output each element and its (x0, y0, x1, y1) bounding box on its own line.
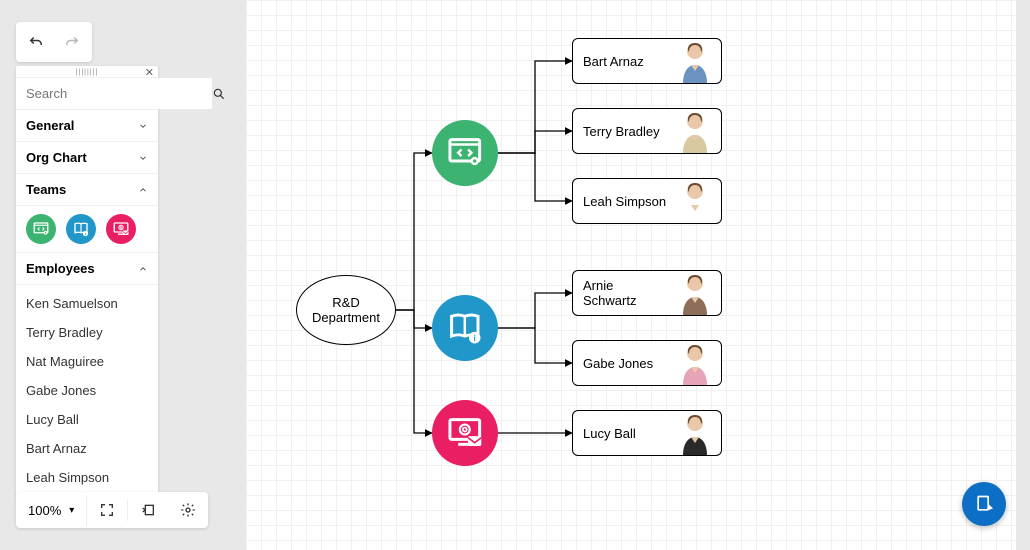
employee-name: Lucy Ball (583, 426, 669, 441)
fullscreen-button[interactable] (87, 492, 127, 528)
zoom-value: 100% (28, 503, 61, 518)
team-node[interactable] (432, 120, 498, 186)
search-input[interactable] (16, 78, 212, 109)
svg-text:i: i (85, 232, 86, 236)
svg-text:i: i (474, 334, 476, 343)
fullscreen-icon (99, 502, 115, 518)
team-node[interactable]: i (432, 295, 498, 361)
avatar-icon (679, 271, 711, 315)
shapes-panel: |||||||| ✕ General Org Chart Teams i Emp… (16, 66, 158, 496)
view-toolbar: 100% ▾ (16, 492, 208, 528)
settings-button[interactable] (168, 492, 208, 528)
employee-node[interactable]: Bart Arnaz (572, 38, 722, 84)
code-gear-icon (32, 220, 50, 238)
avatar-icon (679, 109, 711, 153)
avatar (679, 39, 711, 83)
employee-shape[interactable]: Terry Bradley (16, 318, 158, 347)
root-node[interactable]: R&D Department (296, 275, 396, 345)
employee-node[interactable]: Leah Simpson (572, 178, 722, 224)
section-label: Teams (26, 182, 66, 197)
monitor-mail-icon (112, 220, 130, 238)
avatar-icon (679, 341, 711, 385)
undo-button[interactable] (22, 28, 50, 56)
team-shape-mail[interactable] (106, 214, 136, 244)
edit-fab[interactable] (962, 482, 1006, 526)
section-employees[interactable]: Employees (16, 253, 158, 285)
employee-shape[interactable]: Leah Simpson (16, 463, 158, 492)
search-icon (212, 87, 226, 101)
section-label: General (26, 118, 74, 133)
team-shapes: i (16, 206, 158, 253)
section-teams[interactable]: Teams (16, 174, 158, 206)
export-button[interactable] (128, 492, 168, 528)
edit-icon (974, 494, 994, 514)
avatar-icon (679, 411, 711, 455)
employee-node[interactable]: Lucy Ball (572, 410, 722, 456)
caret-down-icon: ▾ (69, 505, 74, 516)
diagram-canvas[interactable]: R&D Department i Bart Arnaz Terry Bradley Le… (246, 0, 1016, 550)
section-general[interactable]: General (16, 110, 158, 142)
panel-header[interactable]: |||||||| ✕ (16, 66, 158, 78)
employee-list: Ken SamuelsonTerry BradleyNat MaguireeGa… (16, 285, 158, 496)
monitor-mail-icon (445, 413, 485, 453)
employee-shape[interactable]: Bart Arnaz (16, 434, 158, 463)
team-shape-dev[interactable] (26, 214, 56, 244)
zoom-select[interactable]: 100% ▾ (16, 495, 87, 526)
avatar (679, 411, 711, 455)
node-label: R&D Department (312, 295, 380, 325)
employee-node[interactable]: Terry Bradley (572, 108, 722, 154)
employee-name: Bart Arnaz (583, 54, 669, 69)
chevron-down-icon (138, 121, 148, 131)
section-orgchart[interactable]: Org Chart (16, 142, 158, 174)
team-shape-docs[interactable]: i (66, 214, 96, 244)
book-info-icon: i (72, 220, 90, 238)
redo-icon (63, 33, 81, 51)
book-info-icon: i (445, 308, 485, 348)
employee-node[interactable]: Gabe Jones (572, 340, 722, 386)
search-button[interactable] (212, 79, 226, 109)
export-icon (140, 502, 156, 518)
employee-name: Terry Bradley (583, 124, 669, 139)
redo-button[interactable] (58, 28, 86, 56)
search-row (16, 78, 158, 110)
employee-name: Leah Simpson (583, 194, 669, 209)
undo-icon (27, 33, 45, 51)
employee-shape[interactable]: Lucy Ball (16, 405, 158, 434)
chevron-up-icon (138, 264, 148, 274)
avatar-icon (679, 39, 711, 83)
section-label: Org Chart (26, 150, 87, 165)
avatar (679, 179, 711, 223)
code-gear-icon (445, 133, 485, 173)
employee-shape[interactable]: Gabe Jones (16, 376, 158, 405)
team-node[interactable] (432, 400, 498, 466)
chevron-up-icon (138, 185, 148, 195)
employee-name: Arnie Schwartz (583, 278, 669, 308)
drag-grip-icon: |||||||| (76, 69, 99, 76)
avatar-icon (679, 179, 711, 223)
avatar (679, 341, 711, 385)
history-toolbar (16, 22, 92, 62)
avatar (679, 271, 711, 315)
close-panel-button[interactable]: ✕ (145, 66, 154, 79)
employee-node[interactable]: Arnie Schwartz (572, 270, 722, 316)
employee-name: Gabe Jones (583, 356, 669, 371)
avatar (679, 109, 711, 153)
chevron-down-icon (138, 153, 148, 163)
gear-icon (180, 502, 196, 518)
employee-shape[interactable]: Ken Samuelson (16, 289, 158, 318)
section-label: Employees (26, 261, 95, 276)
employee-shape[interactable]: Nat Maguiree (16, 347, 158, 376)
